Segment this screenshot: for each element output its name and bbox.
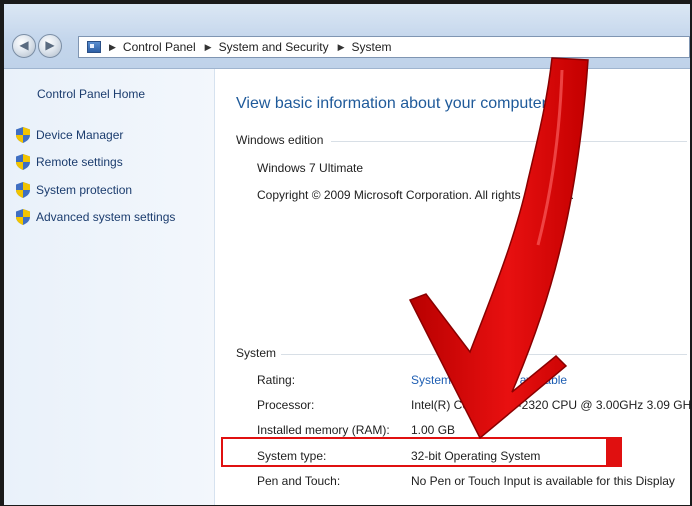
uac-shield-icon (16, 127, 30, 143)
windows-edition-name: Windows 7 Ultimate (257, 161, 364, 175)
chevron-right-icon[interactable]: ▶ (338, 42, 345, 53)
section-title-windows-edition: Windows edition (236, 133, 324, 147)
chevron-right-icon: ▶ (109, 41, 116, 52)
task-sidebar: Control Panel Home Device Manager Remote… (4, 69, 215, 505)
copyright-text: Copyright © 2009 Microsoft Corporation. … (257, 188, 574, 202)
section-divider (331, 141, 687, 142)
chevron-right-icon[interactable]: ▶ (205, 42, 212, 53)
ram-label: Installed memory (RAM): (257, 423, 390, 437)
sidebar-item-device-manager[interactable]: Device Manager (16, 127, 123, 143)
sidebar-item-label: Remote settings (36, 155, 123, 169)
sidebar-item-label: System protection (36, 183, 133, 197)
section-divider (281, 354, 687, 355)
pen-touch-value: No Pen or Touch Input is available for t… (411, 474, 675, 488)
system-type-highlight-box (221, 437, 608, 467)
breadcrumb-system[interactable]: System (352, 40, 392, 54)
processor-value: Intel(R) Core(TM) i5-2320 CPU @ 3.00GHz … (411, 398, 692, 412)
arrow-left-icon: ◀ (19, 38, 29, 52)
arrow-right-icon: ▶ (45, 38, 55, 52)
control-panel-icon (87, 41, 101, 53)
breadcrumb-system-and-security[interactable]: System and Security (219, 40, 329, 54)
control-panel-home-link[interactable]: Control Panel Home (37, 87, 145, 101)
sidebar-item-remote-settings[interactable]: Remote settings (16, 154, 123, 170)
address-bar[interactable]: ▶ Control Panel ▶ System and Security ▶ … (78, 36, 690, 58)
sidebar-item-label: Device Manager (36, 128, 124, 142)
uac-shield-icon (16, 182, 30, 198)
ram-value: 1.00 GB (411, 423, 456, 437)
sidebar-item-advanced-system-settings[interactable]: Advanced system settings (16, 209, 175, 225)
rating-link[interactable]: System rating is not available (411, 373, 567, 387)
forward-button[interactable]: ▶ (38, 34, 62, 58)
breadcrumb-control-panel[interactable]: Control Panel (123, 40, 196, 54)
page-title: View basic information about your comput… (236, 95, 547, 112)
highlight-marker (608, 437, 622, 467)
sidebar-item-label: Advanced system settings (36, 210, 176, 224)
uac-shield-icon (16, 154, 30, 170)
pen-touch-label: Pen and Touch: (257, 474, 341, 488)
uac-shield-icon (16, 209, 30, 225)
navigation-bar: ◀ ▶ ▶ Control Panel ▶ System and Securit… (4, 4, 690, 69)
processor-label: Processor: (257, 398, 315, 412)
sidebar-item-system-protection[interactable]: System protection (16, 182, 132, 198)
back-button[interactable]: ◀ (12, 34, 36, 58)
section-title-system: System (236, 346, 277, 360)
rating-label: Rating: (257, 373, 296, 387)
